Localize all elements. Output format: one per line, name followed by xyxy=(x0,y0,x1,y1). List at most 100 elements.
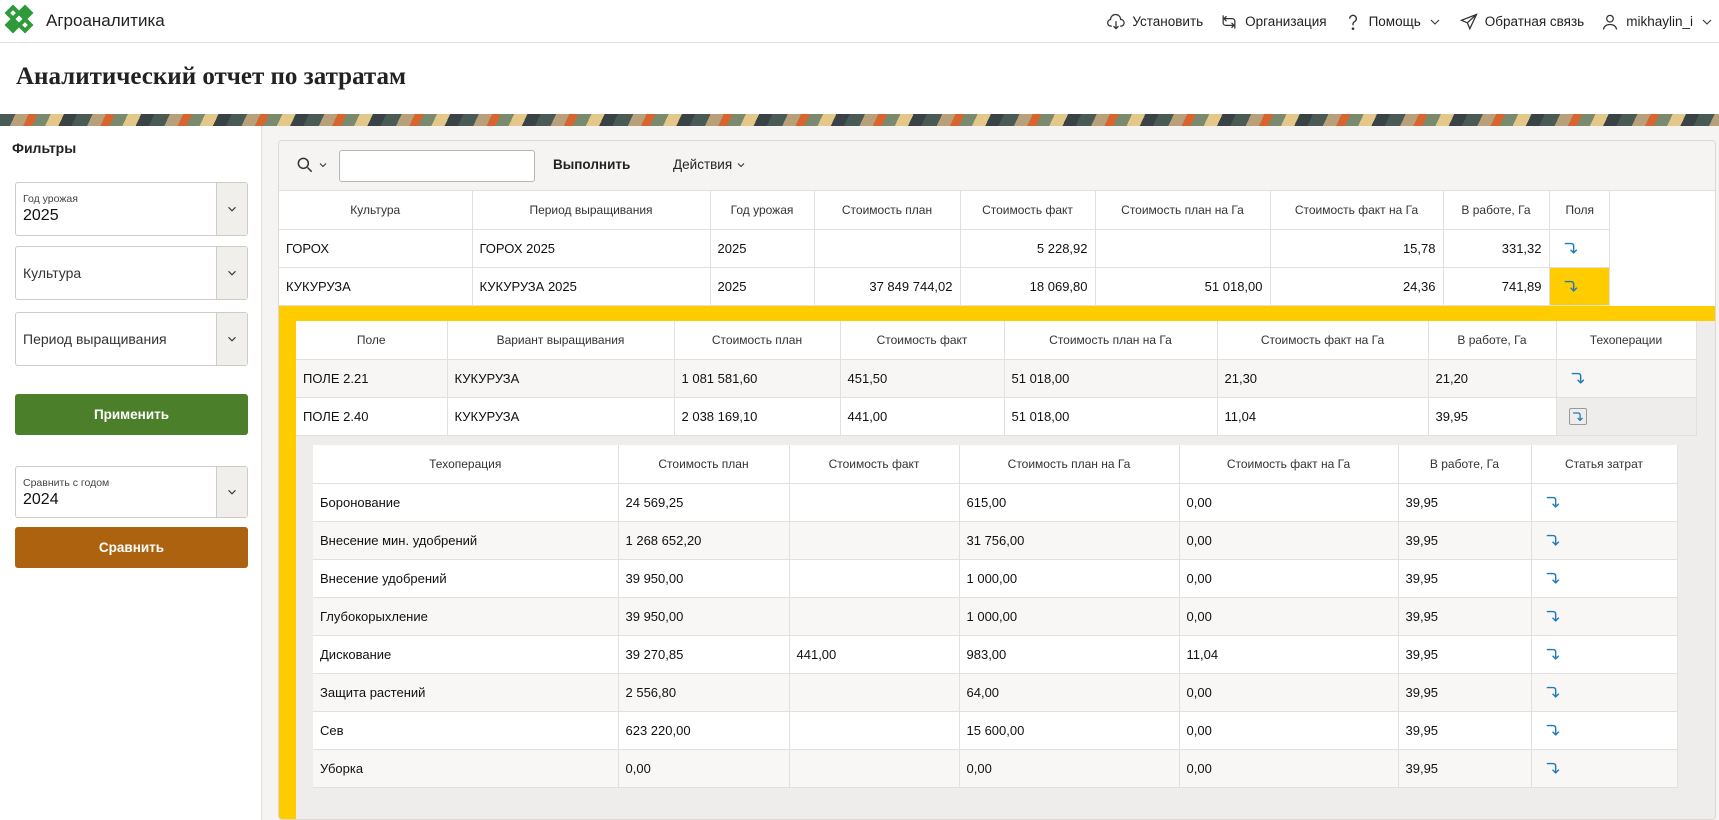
compare-button[interactable]: Сравнить xyxy=(15,527,248,568)
nav-install[interactable]: Установить xyxy=(1106,12,1203,32)
column-header[interactable]: Стоимость план xyxy=(814,191,961,230)
drilldown-arrow-icon[interactable] xyxy=(1544,494,1562,510)
nav-feedback-label: Обратная связь xyxy=(1484,14,1585,29)
cost-plan-cell: 2 556,80 xyxy=(618,673,790,712)
column-header[interactable]: Вариант выращивания xyxy=(447,321,675,360)
column-header[interactable]: Поле xyxy=(296,321,448,360)
table-header-row: Техоперация Стоимость план Стоимость фак… xyxy=(313,445,1678,484)
column-header[interactable]: Стоимость факт на Га xyxy=(1217,321,1429,360)
cost-plan-per-ha-cell: 51 018,00 xyxy=(1004,359,1218,398)
cost-plan-cell: 37 849 744,02 xyxy=(814,267,961,306)
column-header[interactable]: Стоимость факт xyxy=(960,191,1096,230)
cost-fact-cell: 5 228,92 xyxy=(960,229,1096,268)
table-row: Дискование 39 270,85 441,00 983,00 11,04 39,9… xyxy=(313,635,1678,674)
fields-drilldown-cell xyxy=(1549,229,1610,268)
cost-fact-cell: 441,00 xyxy=(840,397,1005,436)
cost-fact-cell: 451,50 xyxy=(840,359,1005,398)
column-header[interactable]: Техоперация xyxy=(313,445,619,484)
nav-feedback[interactable]: Обратная связь xyxy=(1459,12,1584,32)
title-area: Аналитический отчет по затратам xyxy=(0,43,1719,114)
column-header[interactable]: Стоимость факт xyxy=(840,321,1005,360)
harvest-year-select[interactable]: Год урожая 2025 xyxy=(15,182,248,236)
table-row-selected: ПОЛЕ 2.40 КУКУРУЗА 2 038 169,10 441,00 5… xyxy=(296,397,1697,436)
apply-button[interactable]: Применить xyxy=(15,394,248,435)
drilldown-arrow-icon[interactable] xyxy=(1544,646,1562,662)
top-bar: Агроаналитика Установить Организация Пом… xyxy=(0,0,1719,43)
area-in-work-cell: 39,95 xyxy=(1398,711,1532,750)
nav-organization[interactable]: Организация xyxy=(1219,12,1327,32)
culture-cell: ГОРОХ xyxy=(279,229,473,268)
cost-fact-cell: 18 069,80 xyxy=(960,267,1096,306)
column-header[interactable]: В работе, Га xyxy=(1428,321,1557,360)
page-title: Аналитический отчет по затратам xyxy=(16,63,407,90)
chevron-down-icon[interactable] xyxy=(217,313,247,365)
operations-drilldown-cell xyxy=(1556,397,1697,436)
actions-menu-button[interactable]: Действия xyxy=(673,157,747,172)
run-button[interactable]: Выполнить xyxy=(553,157,630,172)
cost-item-drilldown-cell xyxy=(1531,711,1678,750)
compare-year-select[interactable]: Сравнить с годом 2024 xyxy=(15,466,248,518)
column-header[interactable]: Стоимость факт на Га xyxy=(1270,191,1444,230)
column-header[interactable]: Поля xyxy=(1549,191,1610,230)
column-header[interactable]: Стоимость план xyxy=(674,321,841,360)
cost-plan-per-ha-cell: 64,00 xyxy=(959,673,1180,712)
cost-plan-per-ha-cell: 51 018,00 xyxy=(1095,267,1271,306)
nav-organization-label: Организация xyxy=(1245,14,1327,29)
cost-plan-per-ha-cell: 1 000,00 xyxy=(959,559,1180,598)
chevron-down-icon[interactable] xyxy=(217,247,247,299)
cost-plan-per-ha-cell: 51 018,00 xyxy=(1004,397,1218,436)
column-header[interactable]: Год урожая xyxy=(710,191,815,230)
column-header[interactable]: В работе, Га xyxy=(1398,445,1532,484)
column-header[interactable]: В работе, Га xyxy=(1443,191,1550,230)
drilldown-focused[interactable] xyxy=(1568,407,1587,425)
table-row-selected: КУКУРУЗА КУКУРУЗА 2025 2025 37 849 744,0… xyxy=(279,267,1610,306)
switch-icon xyxy=(1222,14,1236,29)
chevron-down-icon[interactable] xyxy=(217,183,247,235)
column-header[interactable]: Стоимость план xyxy=(618,445,790,484)
chevron-down-icon[interactable] xyxy=(217,467,247,517)
drilldown-arrow-icon[interactable] xyxy=(1544,722,1562,738)
culture-select[interactable]: Культура xyxy=(15,246,248,300)
table-row: Глубокорыхление 39 950,00 1 000,00 0,00 39,9… xyxy=(313,597,1678,636)
period-select[interactable]: Период выращивания xyxy=(15,312,248,366)
drilldown-arrow-icon[interactable] xyxy=(1562,278,1580,294)
cost-plan-cell: 2 038 169,10 xyxy=(674,397,841,436)
drilldown-arrow-icon[interactable] xyxy=(1569,370,1587,386)
app-logo[interactable] xyxy=(2,2,40,40)
drilldown-arrow-icon[interactable] xyxy=(1562,240,1580,256)
table-row: ГОРОХ ГОРОХ 2025 2025 5 228,92 15,78 331… xyxy=(279,229,1610,268)
drilldown-arrow-icon[interactable] xyxy=(1544,608,1562,624)
operation-cell: Уборка xyxy=(313,749,619,788)
cost-item-drilldown-cell xyxy=(1531,597,1678,636)
nav-user[interactable]: mikhaylin_i xyxy=(1600,12,1715,32)
drilldown-arrow-icon[interactable] xyxy=(1544,684,1562,700)
nav-help[interactable]: Помощь xyxy=(1343,12,1443,32)
drilldown-arrow-icon[interactable] xyxy=(1544,532,1562,548)
area-in-work-cell: 39,95 xyxy=(1398,673,1532,712)
fields-detail-panel: Поле Вариант выращивания Стоимость план … xyxy=(296,321,1715,819)
nav-user-label: mikhaylin_i xyxy=(1626,14,1693,29)
column-header[interactable]: Стоимость план на Га xyxy=(1095,191,1271,230)
column-header[interactable]: Культура xyxy=(279,191,473,230)
column-header[interactable]: Статья затрат xyxy=(1531,445,1678,484)
period-cell: ГОРОХ 2025 xyxy=(472,229,711,268)
drilldown-arrow-icon[interactable] xyxy=(1544,570,1562,586)
column-header[interactable]: Техоперации xyxy=(1556,321,1697,360)
app-name[interactable]: Агроаналитика xyxy=(46,11,165,31)
column-header[interactable]: Стоимость факт на Га xyxy=(1179,445,1399,484)
search-column-menu[interactable] xyxy=(295,155,329,175)
column-header[interactable]: Стоимость факт xyxy=(789,445,960,484)
area-in-work-cell: 39,95 xyxy=(1398,749,1532,788)
cost-fact-cell xyxy=(789,559,960,598)
column-header[interactable]: Стоимость план на Га xyxy=(959,445,1180,484)
variant-cell: КУКУРУЗА xyxy=(447,359,675,398)
column-header[interactable]: Период выращивания xyxy=(472,191,711,230)
column-header[interactable]: Стоимость план на Га xyxy=(1004,321,1218,360)
year-cell: 2025 xyxy=(710,229,815,268)
cost-plan-cell: 623 220,00 xyxy=(618,711,790,750)
cost-fact-cell xyxy=(789,597,960,636)
search-input[interactable] xyxy=(339,150,535,182)
fields-table: Поле Вариант выращивания Стоимость план … xyxy=(296,321,1697,436)
drilldown-arrow-icon[interactable] xyxy=(1544,760,1562,776)
detail-panel-highlight: Поле Вариант выращивания Стоимость план … xyxy=(279,306,1715,819)
